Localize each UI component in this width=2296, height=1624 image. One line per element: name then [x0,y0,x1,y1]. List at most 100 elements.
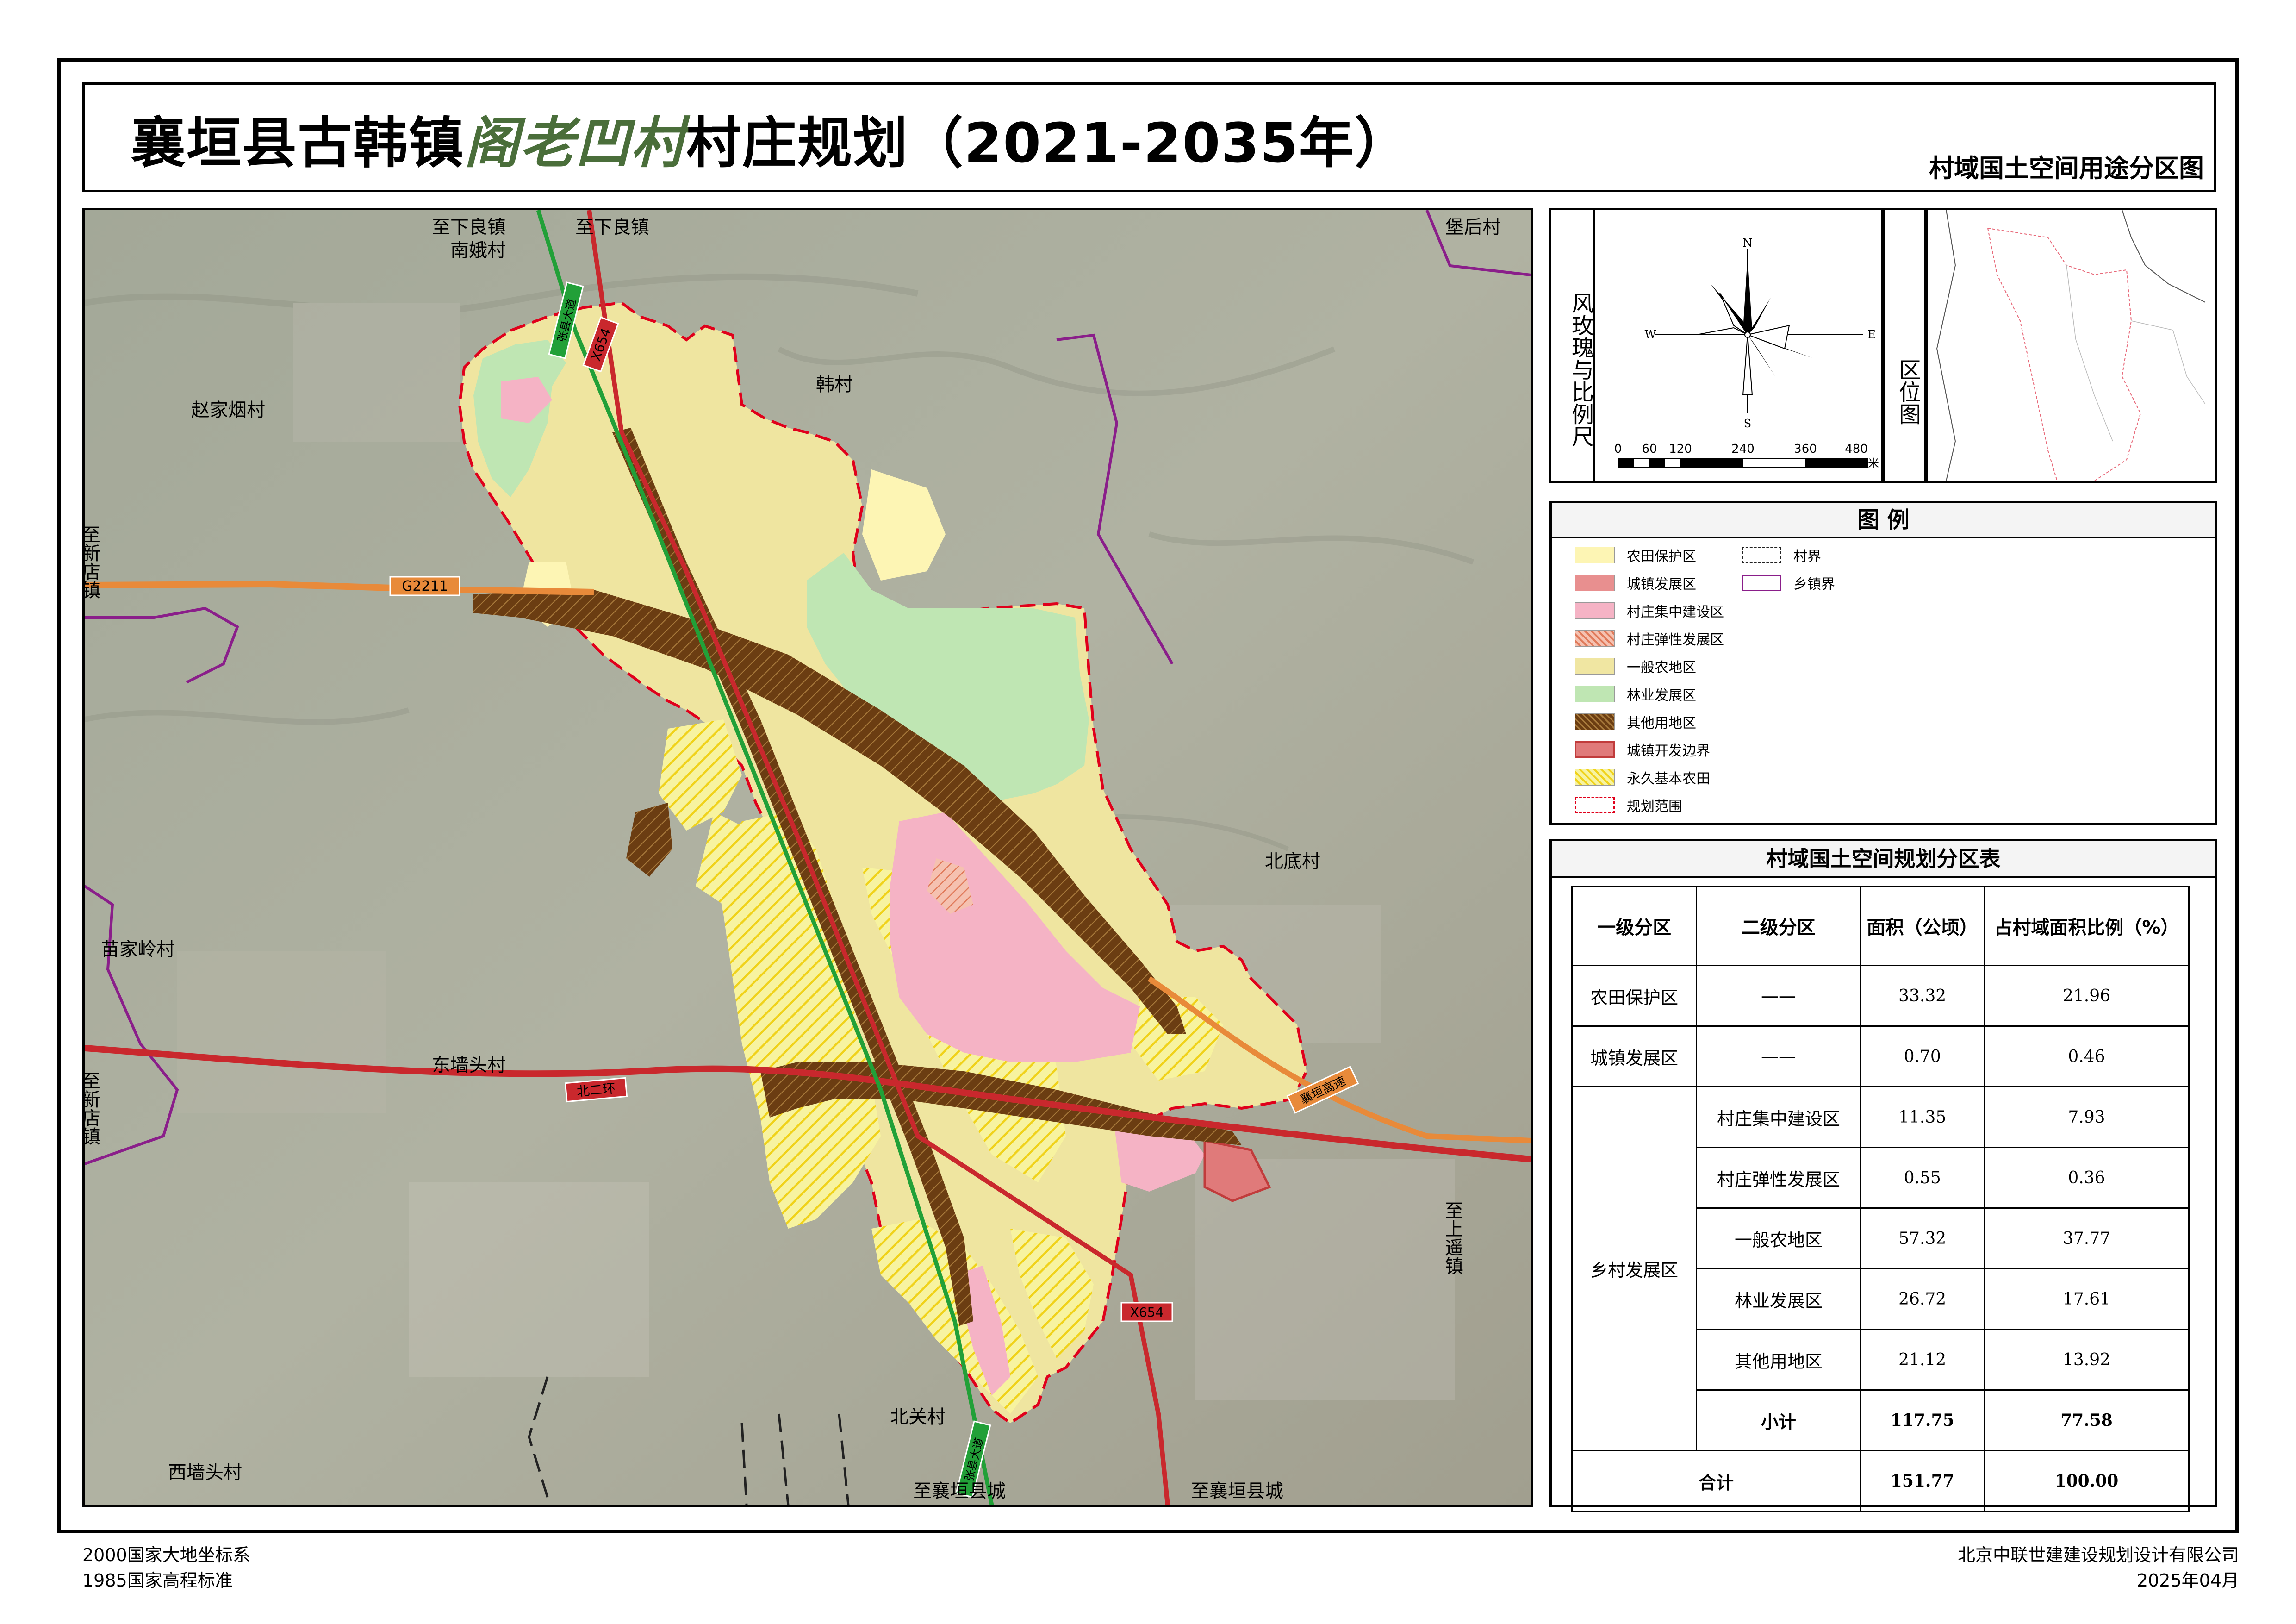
scale-bar [1618,458,1868,468]
table-cell: 11.35 [1860,1086,1985,1148]
legend-panel: 图 例 农田保护区 城镇发展区 村庄集中建设区 村庄弹性发展区 一般农地区 林业… [1549,501,2217,825]
legend-swatch [1575,769,1615,786]
table-cell: 0.36 [1983,1147,2190,1209]
legend-swatch [1575,658,1615,675]
table-cell: 33.32 [1860,965,1985,1027]
legend-item-general-farmland: 一般农地区 [1575,656,1696,676]
legend-item-town-development: 城镇发展区 [1575,573,1696,593]
table-cell: 21.96 [1983,965,2190,1027]
table-header: 面积（公顷） [1860,886,1985,966]
label-beiguan-village: 北关村 [890,1406,946,1428]
legend-item-town-boundary: 乡镇界 [1742,573,1835,593]
scale-tick-480: 480 [1845,442,1868,456]
road-label-g2211: G2211 [402,578,448,594]
table-cell: 57.32 [1860,1207,1985,1269]
table-row: 城镇发展区 —— 0.70 0.46 [1571,1025,2190,1087]
table-cell: —— [1696,1025,1861,1087]
legend-item-village-flexible: 村庄弹性发展区 [1575,628,1724,649]
legend-swatch [1742,547,1781,563]
title-box: 襄垣县古韩镇阁老凹村村庄规划（2021-2035年） 村域国土空间用途分区图 [82,82,2216,192]
label-hancun: 韩村 [816,374,853,395]
label-to-xiangyuan-2: 至襄垣县城 [1191,1480,1283,1502]
table-header: 二级分区 [1696,886,1861,966]
table-cell-group: 乡村发展区 [1571,1086,1698,1451]
elevation-system-note: 1985国家高程标准 [82,1570,233,1591]
legend-swatch [1575,686,1615,702]
title-village-name: 阁老凹村 [464,111,687,175]
scale-tick-240: 240 [1731,442,1755,456]
legend-swatch [1575,547,1615,563]
map-date: 2025年04月 [2136,1570,2239,1591]
legend-item-village-construction: 村庄集中建设区 [1575,600,1724,621]
label-nane-village: 南娥村 [450,240,506,261]
zone-table: 一级分区 二级分区 面积（公顷） 占村域面积比例（%） 农田保护区 —— 33.… [1571,886,2190,1512]
location-map-graphic [1928,210,2215,481]
label-xiqiangtou-village: 西墙头村 [168,1462,242,1483]
label-baohou-village: 堡后村 [1445,217,1501,238]
rose-west-label: W [1645,328,1656,341]
legend-item-planning-scope: 规划范围 [1575,795,1682,815]
table-cell: 17.61 [1983,1268,2190,1330]
label-to-xindian-top: 至新店镇 [85,525,100,599]
wind-rose-panel: N S E W 0 60 120 240 360 480 米 [1593,208,1883,483]
coord-system-note: 2000国家大地坐标系 [82,1545,250,1565]
rose-petal-n [1743,256,1752,335]
table-row: 农田保护区 —— 33.32 21.96 [1571,965,2190,1027]
legend-swatch [1575,741,1615,758]
rose-petal-e [1746,325,1790,350]
legend-swatch [1575,575,1615,591]
label-to-xialiang-2: 至下良镇 [575,217,649,238]
legend-swatch [1742,575,1781,591]
wind-rose-label: 风玫瑰与比例尺 [1549,208,1596,483]
legend-item-forestry: 林业发展区 [1575,684,1696,704]
table-cell: 一般农地区 [1696,1207,1861,1269]
table-cell: 7.93 [1983,1086,2190,1148]
rose-petal-s [1742,334,1753,395]
legend-item-permanent-farmland: 永久基本农田 [1575,767,1710,787]
legend-title: 图 例 [1552,503,2215,538]
map-canvas: G2211 X654 X654 北二环 襄垣高速 张县大道 张县大道 至下良镇 … [85,210,1531,1505]
wind-rose-graphic: N S E W 0 60 120 240 360 480 米 [1614,237,1879,470]
scale-unit: 米 [1868,457,1879,470]
legend-swatch [1575,630,1615,647]
legend-swatch [1575,713,1615,730]
table-cell: 117.75 [1860,1389,1985,1451]
legend-swatch [1575,797,1615,813]
rose-south-label: S [1744,417,1751,430]
zone-table-title: 村域国土空间规划分区表 [1552,841,2215,878]
main-map[interactable]: G2211 X654 X654 北二环 襄垣高速 张县大道 张县大道 至下良镇 … [82,208,1533,1507]
zone-table-panel: 村域国土空间规划分区表 一级分区 二级分区 面积（公顷） 占村域面积比例（%） … [1549,839,2217,1512]
legend-item-town-dev-boundary: 城镇开发边界 [1575,739,1710,760]
label-miaojialing-village: 苗家岭村 [101,939,175,960]
legend-swatch [1575,602,1615,619]
table-cell: 0.46 [1983,1025,2190,1087]
label-to-shangyao: 至上遥镇 [1442,1201,1463,1275]
table-cell: —— [1696,965,1861,1027]
table-cell: 其他用地区 [1696,1329,1861,1391]
table-cell: 21.12 [1860,1329,1985,1391]
table-cell: 77.58 [1983,1389,2190,1451]
label-dongqiangtou-village: 东墙头村 [432,1055,506,1076]
legend-item-farmland-protection: 农田保护区 [1575,545,1696,565]
table-row-total: 合计 151.77 100.00 [1571,1450,2190,1512]
location-map-panel[interactable] [1926,208,2217,483]
location-map-label: 区位图 [1883,208,1926,483]
table-cell: 村庄集中建设区 [1696,1086,1861,1148]
table-row: 乡村发展区 村庄集中建设区 11.35 7.93 [1571,1086,2190,1451]
table-cell: 林业发展区 [1696,1268,1861,1330]
table-header: 占村域面积比例（%） [1983,886,2190,966]
table-cell: 村庄弹性发展区 [1696,1147,1861,1209]
road-label-x654-bottom: X654 [1130,1305,1164,1320]
label-beidi-village: 北底村 [1265,851,1320,872]
table-cell: 0.55 [1860,1147,1985,1209]
legend-item-other-land: 其他用地区 [1575,712,1696,732]
table-header-row: 一级分区 二级分区 面积（公顷） 占村域面积比例（%） [1571,886,2190,966]
scale-tick-120: 120 [1669,442,1692,456]
label-to-xiangyuan-1: 至襄垣县城 [913,1480,1006,1502]
legend-item-village-boundary: 村界 [1742,545,1821,565]
title-suffix: 村庄规划（2021-2035年） [686,111,1410,175]
table-cell: 26.72 [1860,1268,1985,1330]
table-cell: 37.77 [1983,1207,2190,1269]
table-cell: 151.77 [1860,1450,1985,1512]
rose-east-label: E [1867,328,1876,341]
